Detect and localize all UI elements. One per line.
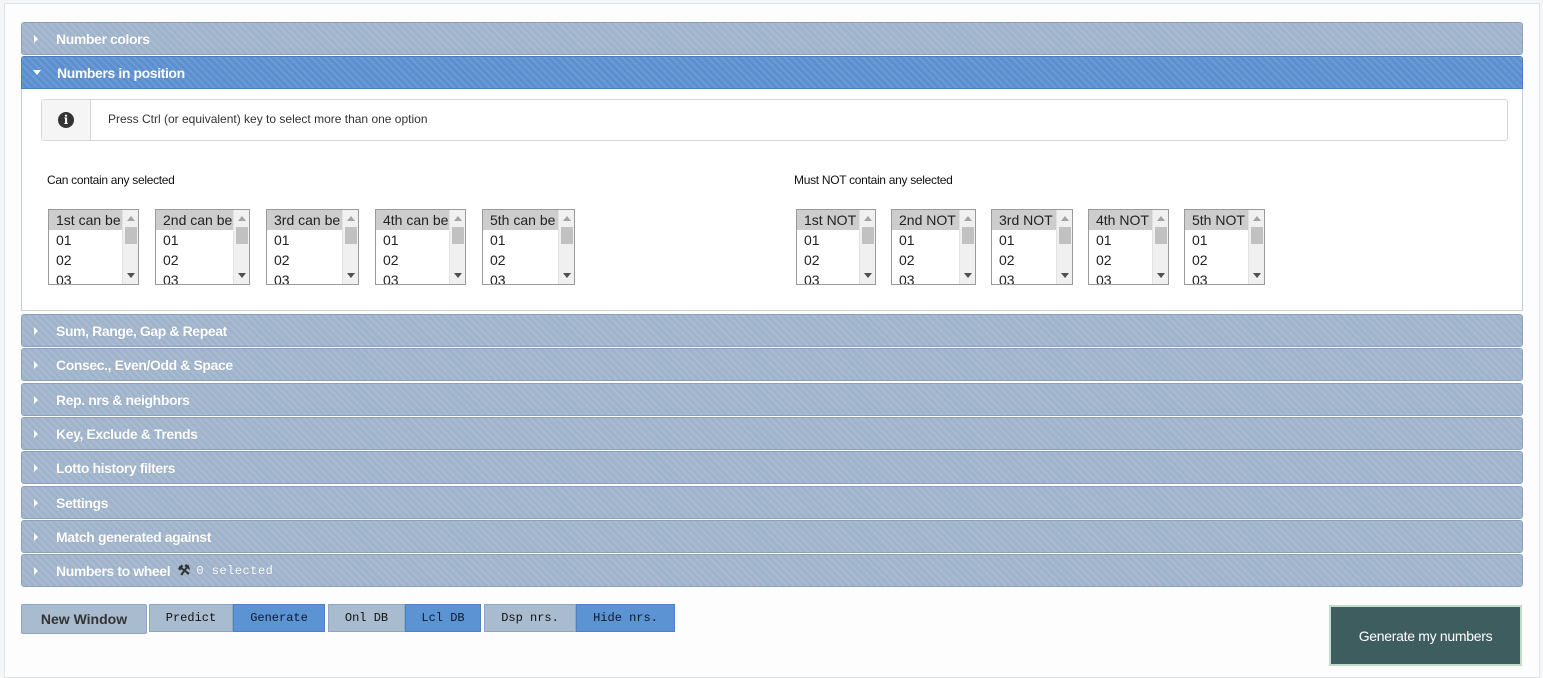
accordion-label: Sum, Range, Gap & Repeat — [56, 322, 227, 339]
scroll-down-arrow-icon[interactable] — [238, 273, 246, 278]
scrollbar-thumb[interactable] — [236, 227, 248, 244]
scroll-up-arrow-icon[interactable] — [238, 216, 246, 221]
hide-numbers-button[interactable]: Hide nrs. — [576, 604, 675, 632]
caret-right-icon — [34, 326, 38, 335]
caret-right-icon — [34, 360, 38, 369]
scroll-up-arrow-icon[interactable] — [1157, 216, 1165, 221]
caret-right-icon — [34, 498, 38, 507]
scroll-down-arrow-icon[interactable] — [563, 273, 571, 278]
generate-my-numbers-button[interactable]: Generate my numbers — [1329, 605, 1522, 666]
scroll-up-arrow-icon[interactable] — [454, 216, 462, 221]
scroll-down-arrow-icon[interactable] — [454, 273, 462, 278]
accordion-label: Match generated against — [56, 528, 211, 545]
listbox-4th-can-be[interactable]: 4th can be 01 02 03 — [375, 209, 466, 285]
scrollbar[interactable] — [449, 210, 465, 284]
scroll-up-arrow-icon[interactable] — [964, 216, 972, 221]
listbox-5th-can-be[interactable]: 5th can be 01 02 03 — [482, 209, 575, 285]
numbers-in-position-panel: i Press Ctrl (or equivalent) key to sele… — [21, 89, 1523, 311]
scroll-down-arrow-icon[interactable] — [127, 273, 135, 278]
scrollbar-thumb[interactable] — [1251, 227, 1263, 244]
accordion-key-exclude-trends[interactable]: Key, Exclude & Trends — [21, 417, 1523, 450]
info-text: Press Ctrl (or equivalent) key to select… — [108, 112, 428, 126]
scrollbar-thumb[interactable] — [1059, 227, 1071, 244]
scrollbar[interactable] — [342, 210, 358, 284]
caret-right-icon — [34, 395, 38, 404]
scroll-up-arrow-icon[interactable] — [127, 216, 135, 221]
can-contain-label: Can contain any selected — [47, 173, 175, 187]
scrollbar-thumb[interactable] — [1155, 227, 1167, 244]
scroll-down-arrow-icon[interactable] — [1253, 273, 1261, 278]
scrollbar-thumb[interactable] — [452, 227, 464, 244]
scrollbar-thumb[interactable] — [125, 227, 137, 244]
accordion-label: Consec., Even/Odd & Space — [56, 356, 233, 373]
accordion-lotto-history-filters[interactable]: Lotto history filters — [21, 451, 1523, 484]
caret-right-icon — [34, 532, 38, 541]
caret-right-icon — [34, 463, 38, 472]
accordion-label: Numbers to wheel — [56, 562, 171, 579]
accordion-match-generated-against[interactable]: Match generated against — [21, 520, 1523, 553]
scroll-down-arrow-icon[interactable] — [864, 273, 872, 278]
accordion-label: Rep. nrs & neighbors — [56, 391, 190, 408]
caret-right-icon — [34, 566, 38, 575]
must-not-label: Must NOT contain any selected — [794, 173, 953, 187]
listbox-2nd-can-be[interactable]: 2nd can be 01 02 03 — [155, 209, 250, 285]
accordion-label: Numbers in position — [57, 64, 185, 81]
scroll-up-arrow-icon[interactable] — [563, 216, 571, 221]
scrollbar-thumb[interactable] — [862, 227, 874, 244]
accordion-label: Key, Exclude & Trends — [56, 425, 198, 442]
local-db-button[interactable]: Lcl DB — [405, 604, 481, 632]
accordion-consec-even-odd-space[interactable]: Consec., Even/Odd & Space — [21, 348, 1523, 381]
listbox-1st-can-be[interactable]: 1st can be 01 02 03 — [48, 209, 139, 285]
caret-right-icon — [34, 34, 38, 43]
scroll-down-arrow-icon[interactable] — [347, 273, 355, 278]
accordion-label: Lotto history filters — [56, 459, 176, 476]
scroll-down-arrow-icon[interactable] — [964, 273, 972, 278]
caret-down-icon — [33, 70, 41, 75]
scrollbar[interactable] — [558, 210, 574, 284]
scrollbar[interactable] — [1056, 210, 1072, 284]
scroll-up-arrow-icon[interactable] — [347, 216, 355, 221]
accordion-number-colors[interactable]: Number colors — [21, 22, 1523, 55]
generate-button[interactable]: Generate — [233, 604, 325, 632]
display-numbers-button[interactable]: Dsp nrs. — [484, 604, 576, 632]
scroll-up-arrow-icon[interactable] — [1253, 216, 1261, 221]
accordion-sum-range-gap-repeat[interactable]: Sum, Range, Gap & Repeat — [21, 314, 1523, 347]
caret-right-icon — [34, 429, 38, 438]
listbox-2nd-not[interactable]: 2nd NOT 01 02 03 — [891, 209, 976, 285]
scrollbar-thumb[interactable] — [962, 227, 974, 244]
online-db-button[interactable]: Onl DB — [328, 604, 405, 632]
scrollbar-thumb[interactable] — [345, 227, 357, 244]
listbox-3rd-not[interactable]: 3rd NOT 01 02 03 — [991, 209, 1073, 285]
listbox-5th-not[interactable]: 5th NOT 01 02 03 — [1184, 209, 1265, 285]
scroll-down-arrow-icon[interactable] — [1157, 273, 1165, 278]
wheel-selected-count: 0 selected — [196, 563, 274, 578]
scrollbar[interactable] — [1248, 210, 1264, 284]
scrollbar[interactable] — [233, 210, 249, 284]
new-window-button[interactable]: New Window — [21, 604, 147, 634]
listbox-1st-not[interactable]: 1st NOT 01 02 03 — [796, 209, 876, 285]
info-icon-container: i — [42, 100, 91, 140]
accordion-label: Settings — [56, 494, 109, 511]
scrollbar-thumb[interactable] — [561, 227, 573, 244]
accordion-numbers-in-position[interactable]: Numbers in position — [21, 56, 1523, 89]
scroll-up-arrow-icon[interactable] — [864, 216, 872, 221]
listbox-3rd-can-be[interactable]: 3rd can be 01 02 03 — [266, 209, 359, 285]
scrollbar[interactable] — [859, 210, 875, 284]
accordion-numbers-to-wheel[interactable]: Numbers to wheel ⚒ 0 selected — [21, 554, 1523, 587]
accordion-rep-nrs-neighbors[interactable]: Rep. nrs & neighbors — [21, 383, 1523, 416]
scrollbar[interactable] — [1152, 210, 1168, 284]
scroll-up-arrow-icon[interactable] — [1061, 216, 1069, 221]
info-circle-icon: i — [58, 112, 74, 128]
scrollbar[interactable] — [959, 210, 975, 284]
listbox-4th-not[interactable]: 4th NOT 01 02 03 — [1088, 209, 1169, 285]
info-box: i Press Ctrl (or equivalent) key to sele… — [41, 99, 1508, 141]
accordion-settings[interactable]: Settings — [21, 486, 1523, 519]
accordion-label: Number colors — [56, 30, 150, 47]
scroll-down-arrow-icon[interactable] — [1061, 273, 1069, 278]
wrench-icon: ⚒ — [177, 561, 192, 579]
scrollbar[interactable] — [122, 210, 138, 284]
predict-button[interactable]: Predict — [149, 604, 233, 632]
